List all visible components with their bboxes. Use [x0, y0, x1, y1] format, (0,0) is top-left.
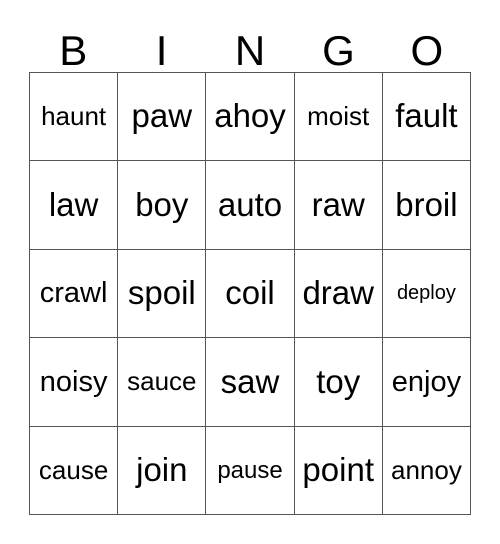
bingo-cell[interactable]: raw [294, 161, 383, 250]
bingo-cell[interactable]: ahoy [206, 73, 295, 162]
bingo-header-row: B I N G O [29, 14, 471, 72]
bingo-header-cell-b: B [29, 14, 117, 72]
bingo-cell-word: haunt [41, 101, 107, 132]
bingo-cell-word: ahoy [214, 97, 286, 135]
bingo-row: law boy auto raw broil [30, 161, 472, 250]
bingo-cell-word: saw [220, 362, 280, 400]
bingo-row: noisy sauce saw toy enjoy [30, 338, 472, 427]
bingo-cell[interactable]: coil [206, 249, 295, 339]
bingo-header-cell-n: N [206, 14, 294, 72]
bingo-cell[interactable]: join [118, 426, 207, 516]
bingo-cell[interactable]: crawl [30, 249, 119, 339]
bingo-cell[interactable]: pause [206, 426, 295, 516]
bingo-cell-word: pause [217, 456, 283, 484]
bingo-cell[interactable]: enjoy [382, 338, 472, 427]
bingo-cell-word: draw [302, 274, 374, 312]
bingo-cell-word: noisy [39, 365, 108, 398]
bingo-cell-word: paw [131, 97, 193, 135]
bingo-cell-word: coil [225, 274, 275, 312]
bingo-cell-word: spoil [127, 274, 196, 312]
bingo-cell-word: crawl [39, 277, 108, 310]
bingo-cell-word: fault [395, 97, 458, 135]
bingo-header-letter-o: O [410, 27, 444, 74]
bingo-cell-word: moist [307, 101, 370, 132]
bingo-cell-word: sauce [127, 366, 197, 397]
bingo-cell[interactable]: paw [118, 73, 207, 162]
bingo-cell[interactable]: deploy [382, 249, 472, 339]
bingo-cell-word: point [302, 451, 374, 488]
bingo-grid: haunt paw ahoy moist fault law boy auto … [29, 72, 472, 516]
bingo-cell-word: raw [311, 185, 365, 223]
bingo-cell[interactable]: saw [206, 338, 295, 427]
bingo-cell[interactable]: spoil [118, 249, 207, 339]
bingo-cell[interactable]: draw [294, 249, 383, 339]
bingo-cell-word: law [48, 185, 99, 223]
bingo-cell[interactable]: law [30, 161, 119, 250]
bingo-cell[interactable]: broil [382, 161, 472, 250]
bingo-header-letter-n: N [234, 27, 266, 74]
bingo-row: crawl spoil coil draw deploy [30, 249, 472, 339]
bingo-cell[interactable]: annoy [382, 426, 472, 516]
bingo-cell[interactable]: point [294, 426, 383, 516]
bingo-header-cell-g: G [294, 14, 382, 72]
bingo-header-letter-g: G [322, 27, 355, 74]
bingo-header-cell-i: I [117, 14, 205, 72]
bingo-cell[interactable]: noisy [30, 338, 119, 427]
bingo-header-letter-b: B [59, 27, 88, 74]
bingo-cell-word: join [136, 451, 188, 488]
bingo-cell-word: boy [135, 185, 189, 223]
bingo-cell-word: cause [38, 454, 109, 485]
bingo-header-cell-o: O [383, 14, 471, 72]
bingo-row: haunt paw ahoy moist fault [30, 73, 472, 162]
bingo-cell-word: deploy [396, 282, 456, 305]
bingo-cell[interactable]: haunt [30, 73, 119, 162]
bingo-row: cause join pause point annoy [30, 426, 472, 516]
bingo-cell[interactable]: fault [382, 73, 472, 162]
bingo-cell-word: toy [316, 362, 361, 400]
bingo-header-letter-i: I [155, 27, 168, 74]
bingo-cell[interactable]: cause [30, 426, 119, 516]
bingo-cell[interactable]: moist [294, 73, 383, 162]
bingo-cell-word: broil [395, 185, 458, 223]
bingo-cell-word: auto [217, 185, 283, 223]
bingo-cell[interactable]: toy [294, 338, 383, 427]
bingo-cell[interactable]: auto [206, 161, 295, 250]
bingo-cell-word: annoy [390, 454, 462, 485]
bingo-card: B I N G O haunt paw ahoy moist fault law… [0, 0, 500, 544]
bingo-cell[interactable]: boy [118, 161, 207, 250]
bingo-cell-word: enjoy [391, 365, 462, 398]
bingo-cell[interactable]: sauce [118, 338, 207, 427]
